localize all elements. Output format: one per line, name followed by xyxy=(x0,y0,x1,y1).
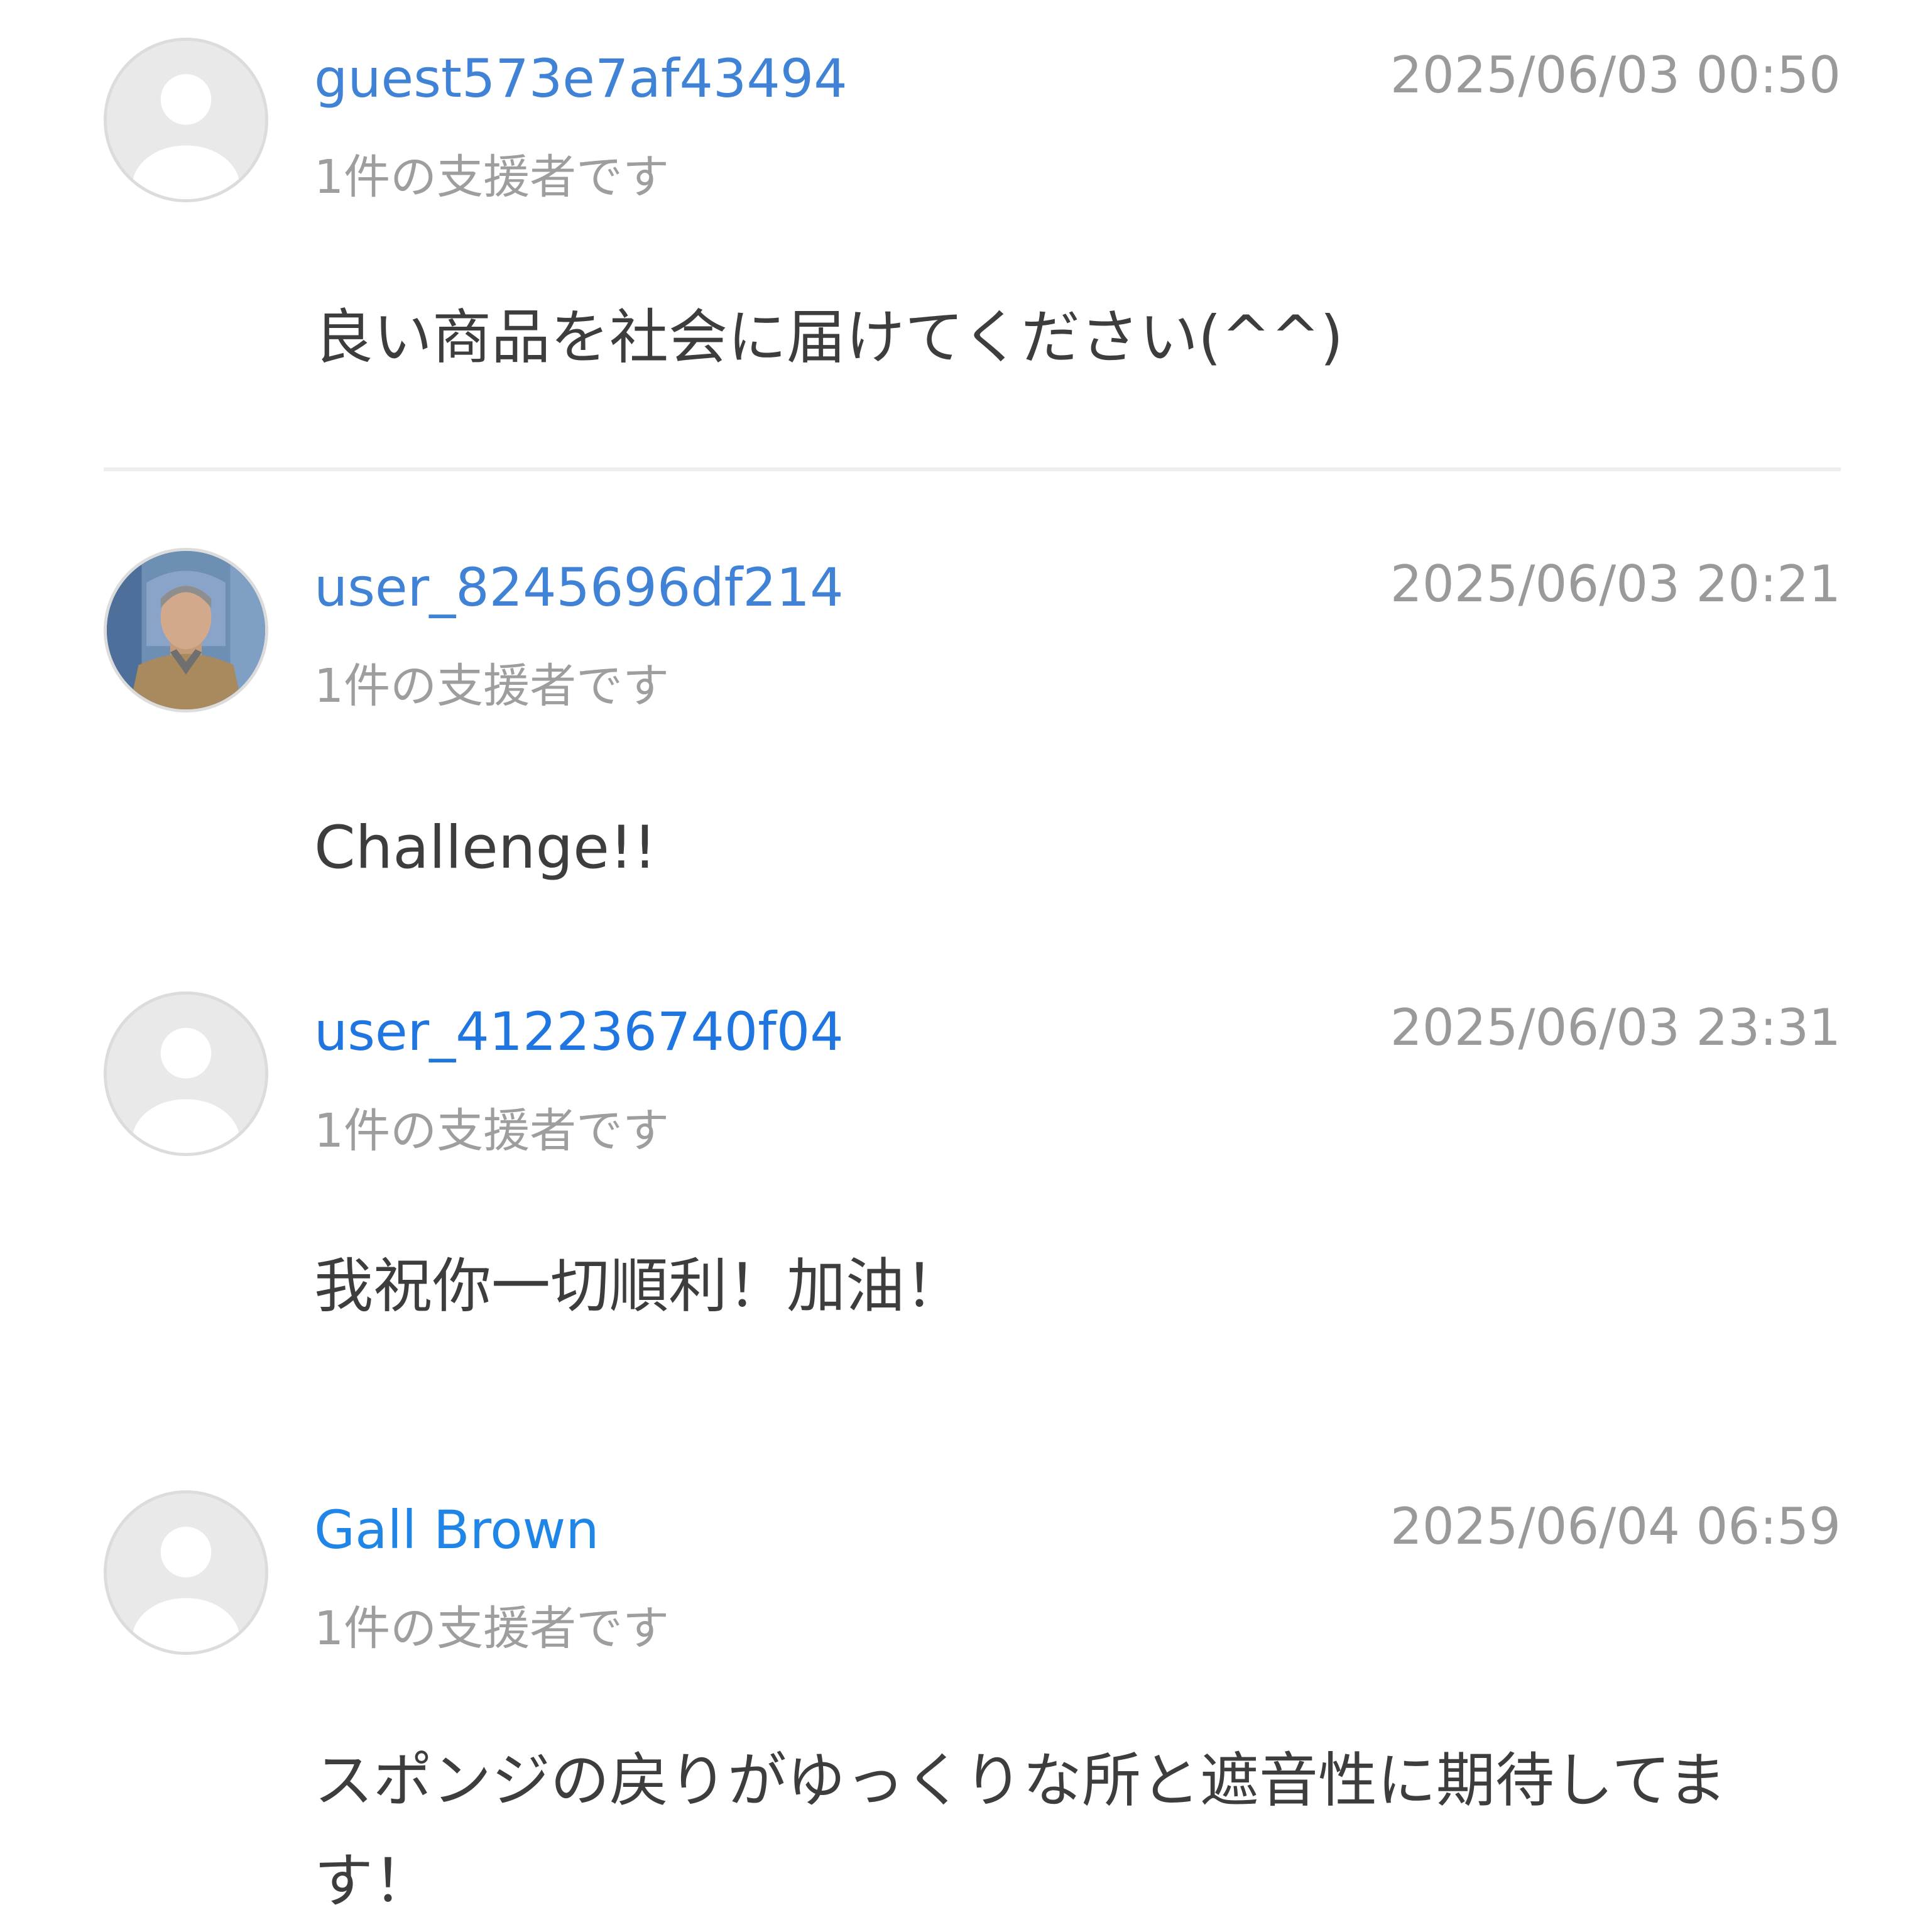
supporter-count-label: 1件の支援者です xyxy=(314,1104,670,1158)
supporter-count-label: 1件の支援者です xyxy=(314,1602,670,1656)
supporter-count-label: 1件の支援者です xyxy=(314,150,670,204)
default-avatar-icon[interactable] xyxy=(104,1490,268,1655)
comment-text: Challenge!! xyxy=(314,814,657,882)
comment-text: スポンジの戻りがゆっくりな所と遮音性に期待してます！ xyxy=(314,1747,1727,1916)
user-photo-avatar[interactable] xyxy=(104,548,268,712)
comment-text: 良い商品を社会に届けてください(^^) xyxy=(314,303,1344,372)
username-link[interactable]: guest573e7af43494 xyxy=(314,47,848,110)
comment-timestamp: 2025/06/04 06:59 xyxy=(1390,1497,1841,1556)
supporter-count-label: 1件の支援者です xyxy=(314,659,670,713)
username-link[interactable]: user_8245696df214 xyxy=(314,556,844,619)
username-link[interactable]: user_412236740f04 xyxy=(314,1000,844,1063)
comment-divider xyxy=(104,467,1841,471)
username-link[interactable]: Gall Brown xyxy=(314,1498,599,1561)
comment-timestamp: 2025/06/03 20:21 xyxy=(1390,555,1841,613)
comment-timestamp: 2025/06/03 23:31 xyxy=(1390,998,1841,1057)
comment-text: 我祝你一切順利！加油！ xyxy=(314,1252,964,1321)
default-avatar-icon[interactable] xyxy=(104,991,268,1156)
default-avatar-icon[interactable] xyxy=(104,38,268,202)
comment-timestamp: 2025/06/03 00:50 xyxy=(1390,46,1841,104)
